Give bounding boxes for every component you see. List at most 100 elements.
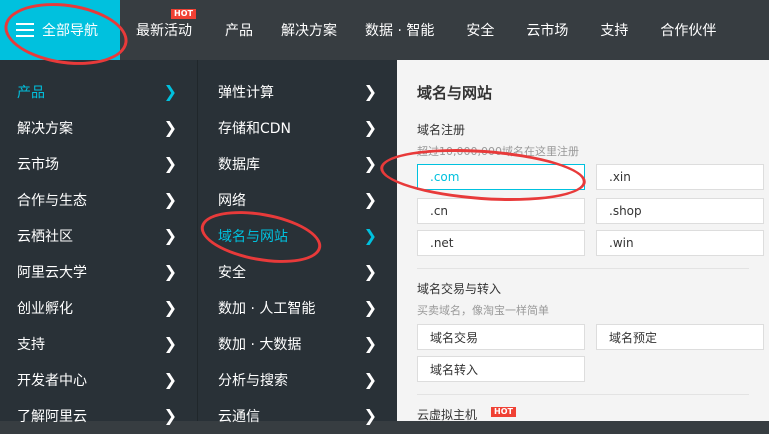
menu-item-label: 数加 · 人工智能 [218,301,316,317]
primary-menu-item-community[interactable]: 云栖社区 ❯ [0,218,197,254]
nav-item-solutions[interactable]: 解决方案 [281,0,337,60]
chevron-right-icon: ❯ [163,406,177,425]
chevron-right-icon: ❯ [163,118,177,137]
menu-item-label: 数据库 [218,157,260,173]
menu-item-label: 阿里云大学 [17,265,87,281]
nav-item-cloud-market[interactable]: 云市场 [526,0,568,60]
domain-trade-tile[interactable]: 域名交易 [417,324,585,350]
chevron-right-icon: ❯ [363,334,377,353]
chevron-right-icon: ❯ [163,82,177,101]
domain-tile-win[interactable]: .win [596,230,764,256]
primary-menu-item-products[interactable]: 产品 ❯ [0,74,197,110]
top-nav-bar: 全部导航 最新活动 HOT 产品 解决方案 数据 · 智能 安全 云市场 支持 … [0,0,769,60]
detail-panel: 域名与网站 域名注册 超过10,000,000域名在这里注册 .com .xin… [397,60,769,423]
menu-item-label: 云通信 [218,409,260,425]
menu-item-label: 合作与生态 [17,193,87,209]
secondary-menu-item-ai[interactable]: 数加 · 人工智能 ❯ [198,290,397,326]
menu-item-label: 云栖社区 [17,229,73,245]
nav-item-label: 最新活动 [136,23,192,39]
menu-item-label: 云市场 [17,157,59,173]
nav-item-label: 支持 [600,23,629,39]
primary-menu-item-cloud-market[interactable]: 云市场 ❯ [0,146,197,182]
menu-item-label: 安全 [218,265,246,281]
menu-item-label: 数加 · 大数据 [218,337,302,353]
nav-item-support[interactable]: 支持 [600,0,628,60]
secondary-menu: 弹性计算 ❯ 存储和CDN ❯ 数据库 ❯ 网络 ❯ 域名与网站 ❯ 安全 ❯ 数加 · 人… [197,60,397,425]
hamburger-icon [16,23,34,37]
section-divider [417,394,749,395]
all-navigation-button[interactable]: 全部导航 [0,0,120,60]
primary-menu-item-support[interactable]: 支持 ❯ [0,326,197,362]
primary-menu-item-about[interactable]: 了解阿里云 ❯ [0,398,197,434]
menu-item-label: 创业孵化 [17,301,73,317]
domain-transfer-tile[interactable]: 域名转入 [417,356,585,382]
chevron-right-icon: ❯ [163,226,177,245]
domain-reserve-tile[interactable]: 域名预定 [596,324,764,350]
nav-item-products[interactable]: 产品 [225,0,253,60]
domain-tile-xin[interactable]: .xin [596,164,764,190]
domain-trading-title[interactable]: 域名交易与转入 [417,280,501,297]
menu-item-label: 存储和CDN [218,121,292,137]
menu-item-label: 解决方案 [17,121,73,137]
domain-tile-com[interactable]: .com [417,164,585,190]
chevron-right-icon: ❯ [363,262,377,281]
secondary-menu-item-compute[interactable]: 弹性计算 ❯ [198,74,397,110]
secondary-menu-item-database[interactable]: 数据库 ❯ [198,146,397,182]
menu-item-label: 分析与搜索 [218,373,288,389]
secondary-menu-item-communication[interactable]: 云通信 ❯ [198,398,397,434]
secondary-menu-item-big-data[interactable]: 数加 · 大数据 ❯ [198,326,397,362]
primary-menu-item-partnership[interactable]: 合作与生态 ❯ [0,182,197,218]
nav-item-partners[interactable]: 合作伙伴 [660,0,716,60]
menu-item-label: 网络 [218,193,246,209]
primary-menu-item-developer[interactable]: 开发者中心 ❯ [0,362,197,398]
nav-item-label: 数据 · 智能 [365,23,435,39]
section-divider [417,268,749,269]
top-nav-items: 最新活动 HOT 产品 解决方案 数据 · 智能 安全 云市场 支持 合作伙伴 [120,0,716,60]
menu-item-label: 域名与网站 [218,229,288,245]
menu-item-label: 了解阿里云 [17,409,87,425]
chevron-right-icon: ❯ [163,154,177,173]
chevron-right-icon: ❯ [363,118,377,137]
chevron-right-icon: ❯ [363,154,377,173]
secondary-menu-item-network[interactable]: 网络 ❯ [198,182,397,218]
menu-item-label: 支持 [17,337,45,353]
nav-item-label: 解决方案 [281,23,337,39]
hot-badge: HOT [491,407,516,417]
chevron-right-icon: ❯ [163,262,177,281]
primary-menu-item-solutions[interactable]: 解决方案 ❯ [0,110,197,146]
menu-item-label: 产品 [17,85,45,101]
chevron-right-icon: ❯ [363,370,377,389]
nav-item-data-intelligence[interactable]: 数据 · 智能 [365,0,434,60]
nav-item-label: 云市场 [526,23,569,39]
domain-tile-cn[interactable]: .cn [417,198,585,224]
chevron-right-icon: ❯ [363,406,377,425]
chevron-right-icon: ❯ [163,298,177,317]
chevron-right-icon: ❯ [163,370,177,389]
primary-menu-item-incubation[interactable]: 创业孵化 ❯ [0,290,197,326]
domain-trading-subtitle: 买卖域名，像淘宝一样简单 [417,304,549,317]
nav-item-latest-activity[interactable]: 最新活动 HOT [136,0,196,60]
chevron-right-icon: ❯ [163,190,177,209]
primary-menu-item-university[interactable]: 阿里云大学 ❯ [0,254,197,290]
secondary-menu-item-security[interactable]: 安全 ❯ [198,254,397,290]
all-navigation-label: 全部导航 [42,23,98,39]
hot-badge: HOT [171,9,196,19]
nav-item-security[interactable]: 安全 [466,0,494,60]
menu-item-label: 开发者中心 [17,373,87,389]
secondary-menu-item-domains-websites[interactable]: 域名与网站 ❯ [198,218,397,254]
chevron-right-icon: ❯ [363,226,377,245]
domain-registration-title[interactable]: 域名注册 [417,121,465,138]
nav-item-label: 产品 [225,23,253,39]
secondary-menu-item-storage-cdn[interactable]: 存储和CDN ❯ [198,110,397,146]
secondary-menu-item-analytics-search[interactable]: 分析与搜索 ❯ [198,362,397,398]
panel-title: 域名与网站 [417,84,493,102]
chevron-right-icon: ❯ [163,334,177,353]
domain-tile-shop[interactable]: .shop [596,198,764,224]
nav-item-label: 安全 [466,23,495,39]
virtual-host-title[interactable]: 云虚拟主机 [417,406,477,423]
primary-menu: 产品 ❯ 解决方案 ❯ 云市场 ❯ 合作与生态 ❯ 云栖社区 ❯ 阿里云大学 ❯ 创业孵化 ❯… [0,60,197,425]
domain-tile-net[interactable]: .net [417,230,585,256]
menu-item-label: 弹性计算 [218,85,274,101]
chevron-right-icon: ❯ [363,298,377,317]
chevron-right-icon: ❯ [363,82,377,101]
